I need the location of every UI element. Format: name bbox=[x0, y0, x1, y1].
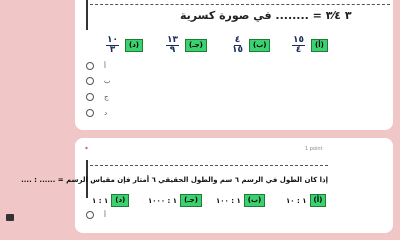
question2-choice-a: (أ) ١ : ١٠ bbox=[286, 194, 327, 207]
question1-option-1[interactable]: أ bbox=[86, 62, 106, 70]
question2-option-1[interactable]: أ bbox=[86, 211, 106, 219]
question2-choice-c: (جـ) ١ : ١٠٠٠ bbox=[148, 194, 202, 207]
option-label: ب bbox=[104, 77, 111, 85]
choice-tag: (جـ) bbox=[180, 194, 202, 207]
points-label: 1 point bbox=[305, 146, 323, 152]
required-mark: * bbox=[85, 146, 88, 153]
question1-text: ٣ ٣⁄٤ = ........ في صورة كسرية bbox=[180, 9, 352, 22]
choice-value: ١ : ١٠٠ bbox=[216, 196, 241, 205]
option-label: أ bbox=[104, 62, 106, 70]
question1-accent-bar bbox=[86, 0, 88, 30]
choice-tag: (أ) bbox=[311, 39, 328, 52]
choice-tag: (د) bbox=[125, 39, 143, 52]
question1-choice-a: ١٥ ٤ (أ) bbox=[292, 36, 328, 55]
fraction: ١٥ ٤ bbox=[292, 35, 305, 55]
question1-choice-b: ٤ ١٥ (ب) bbox=[232, 35, 271, 55]
question1-option-2[interactable]: ب bbox=[86, 77, 111, 85]
fraction: ٤ ١٥ bbox=[232, 35, 243, 55]
radio-button[interactable] bbox=[86, 109, 94, 117]
question2-choice-b: (ب) ١ : ١٠٠ bbox=[216, 194, 266, 207]
option-label: د bbox=[104, 109, 108, 117]
radio-button[interactable] bbox=[86, 93, 94, 101]
feedback-icon[interactable] bbox=[6, 214, 14, 221]
question2-top-divider bbox=[90, 165, 328, 166]
choice-tag: (أ) bbox=[309, 194, 327, 207]
question1-option-4[interactable]: د bbox=[86, 109, 107, 117]
radio-button[interactable] bbox=[86, 62, 94, 70]
fraction: ١٠ ٣ bbox=[106, 35, 119, 55]
choice-tag: (د) bbox=[111, 194, 130, 207]
choice-value: ١ : ١٠ bbox=[286, 196, 307, 205]
option-label: أ bbox=[104, 211, 106, 219]
choice-tag: (ب) bbox=[243, 194, 266, 207]
question1-top-divider bbox=[90, 4, 390, 5]
choice-value: ١ : ١ bbox=[92, 196, 109, 205]
choice-value: ١ : ١٠٠٠ bbox=[148, 196, 178, 205]
radio-button[interactable] bbox=[86, 77, 94, 85]
choice-tag: (ب) bbox=[249, 39, 271, 52]
option-label: ج bbox=[104, 93, 109, 101]
radio-button[interactable] bbox=[86, 211, 94, 219]
question-card-2 bbox=[75, 138, 393, 233]
question2-choice-d: (د) ١ : ١ bbox=[92, 194, 130, 207]
choice-tag: (جـ) bbox=[185, 39, 207, 52]
question1-choice-d: ١٠ ٣ (د) bbox=[106, 36, 143, 55]
question1-option-3[interactable]: ج bbox=[86, 93, 109, 101]
question1-choice-c: ١٣ ٩ (جـ) bbox=[166, 36, 207, 55]
fraction: ١٣ ٩ bbox=[166, 35, 179, 55]
question2-text: إذا كان الطول في الرسم ٦ سم والطول الحقي… bbox=[21, 176, 328, 184]
